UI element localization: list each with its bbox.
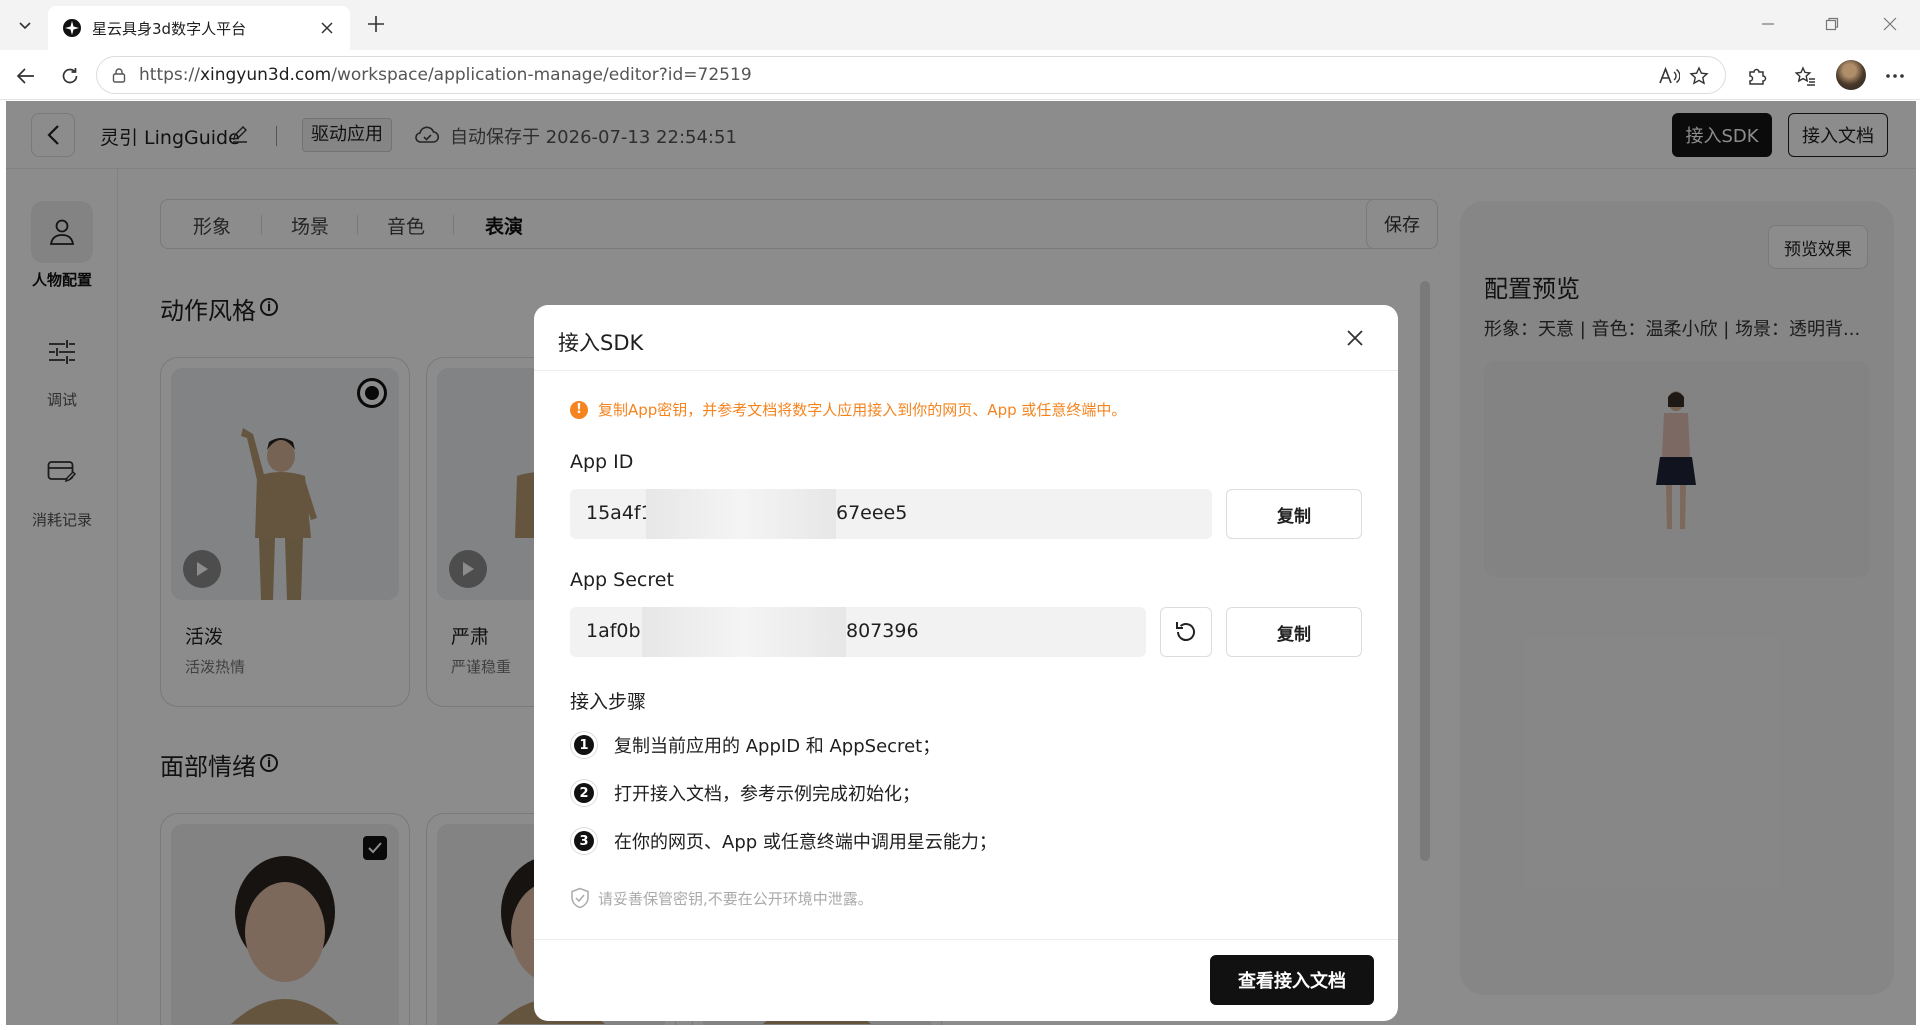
more-horizontal-icon — [1886, 74, 1904, 78]
sdk-modal: 接入SDK ! 复制App密钥，并参考文档将数字人应用接入到你的网页、App 或… — [534, 305, 1398, 1021]
puzzle-icon — [1749, 68, 1767, 85]
step-text: 打开接入文档，参考示例完成初始化； — [614, 784, 920, 805]
read-aloud-icon — [1659, 66, 1680, 84]
warning-notice: ! 复制App密钥，并参考文档将数字人应用接入到你的网页、App 或任意终端中。 — [570, 399, 1126, 420]
read-aloud-button[interactable] — [1657, 64, 1681, 88]
safety-note: 请妥善保管密钥,不要在公开环境中泄露。 — [570, 887, 873, 909]
copy-app-id-button[interactable]: 复制 — [1226, 489, 1362, 539]
arrow-left-icon — [16, 68, 34, 84]
reload-button[interactable] — [54, 60, 86, 92]
close-window-button[interactable] — [1872, 10, 1908, 38]
url-path: /workspace/application-manage/editor?id=… — [331, 65, 752, 85]
url-scheme: https:// — [139, 65, 200, 85]
tab-close-button[interactable] — [316, 17, 338, 39]
back-button[interactable] — [10, 60, 42, 92]
extensions-button[interactable] — [1744, 63, 1770, 89]
minimize-window-button[interactable] — [1750, 10, 1786, 38]
url-host: xingyun3d.com — [199, 65, 332, 85]
copy-app-secret-button[interactable]: 复制 — [1226, 607, 1362, 657]
favorites-icon — [1794, 66, 1815, 86]
view-docs-button[interactable]: 查看接入文档 — [1210, 955, 1374, 1005]
modal-close-button[interactable] — [1342, 325, 1368, 351]
app-id-field[interactable]: 15a4f12 67eee5 — [570, 489, 1212, 539]
modal-title: 接入SDK — [558, 331, 644, 355]
restore-window-button[interactable] — [1814, 10, 1850, 38]
modal-header: 接入SDK — [534, 305, 1398, 371]
step-number: 1 — [574, 735, 594, 755]
warning-icon: ! — [570, 400, 588, 419]
lock-icon — [112, 68, 126, 83]
app-id-label: App ID — [570, 451, 634, 473]
close-icon — [1347, 330, 1363, 346]
modal-footer-divider — [534, 939, 1398, 940]
minimize-icon — [1762, 23, 1774, 25]
reload-icon — [62, 68, 78, 84]
app-secret-label: App Secret — [570, 569, 674, 591]
reset-secret-button[interactable] — [1160, 607, 1212, 657]
chevron-down-icon — [19, 22, 31, 30]
star-icon — [1689, 66, 1709, 85]
warning-text: 复制App密钥，并参考文档将数字人应用接入到你的网页、App 或任意终端中。 — [598, 401, 1127, 419]
masked-segment — [646, 489, 836, 539]
shield-check-icon — [571, 887, 589, 909]
steps-title: 接入步骤 — [570, 691, 647, 713]
tab-list-button[interactable] — [9, 9, 41, 41]
step-number: 2 — [574, 783, 594, 803]
app-viewport: 灵引 LingGuide 驱动应用 自动保存于 2026-07-13 22:54… — [6, 101, 1916, 1025]
browser-address-bar: https://xingyun3d.com/workspace/applicat… — [0, 50, 1920, 100]
step-number-badge: 2 — [570, 779, 598, 807]
step-number: 3 — [574, 831, 594, 851]
step-item: 1 复制当前应用的 AppID 和 AppSecret； — [570, 731, 940, 759]
masked-segment — [642, 607, 846, 657]
url-text: https://xingyun3d.com/workspace/applicat… — [139, 65, 752, 85]
site-favicon-icon — [63, 19, 81, 37]
close-icon — [1883, 17, 1897, 31]
browser-tab-bar: 星云具身3d数字人平台 — [0, 0, 1920, 50]
step-text: 在你的网页、App 或任意终端中调用星云能力； — [614, 832, 997, 853]
refresh-icon — [1176, 622, 1195, 641]
step-number-badge: 1 — [570, 731, 598, 759]
close-icon — [321, 22, 333, 34]
step-number-badge: 3 — [570, 827, 598, 855]
app-secret-value-end: 807396 — [846, 620, 919, 642]
plus-icon — [368, 16, 384, 32]
app-secret-field[interactable]: 1af0b6 807396 — [570, 607, 1146, 657]
browser-menu-button[interactable] — [1882, 63, 1908, 89]
app-id-value-end: 67eee5 — [836, 502, 908, 524]
restore-icon — [1825, 17, 1839, 31]
url-field[interactable]: https://xingyun3d.com/workspace/applicat… — [96, 56, 1726, 94]
step-item: 3 在你的网页、App 或任意终端中调用星云能力； — [570, 827, 997, 855]
browser-tab-active[interactable]: 星云具身3d数字人平台 — [48, 6, 350, 50]
step-text: 复制当前应用的 AppID 和 AppSecret； — [614, 736, 941, 757]
favorite-button[interactable] — [1687, 64, 1711, 88]
profile-avatar[interactable] — [1836, 60, 1866, 90]
step-item: 2 打开接入文档，参考示例完成初始化； — [570, 779, 920, 807]
safety-note-text: 请妥善保管密钥,不要在公开环境中泄露。 — [598, 889, 873, 908]
tab-title: 星云具身3d数字人平台 — [92, 19, 247, 38]
favorites-list-button[interactable] — [1792, 63, 1818, 89]
new-tab-button[interactable] — [362, 10, 390, 38]
